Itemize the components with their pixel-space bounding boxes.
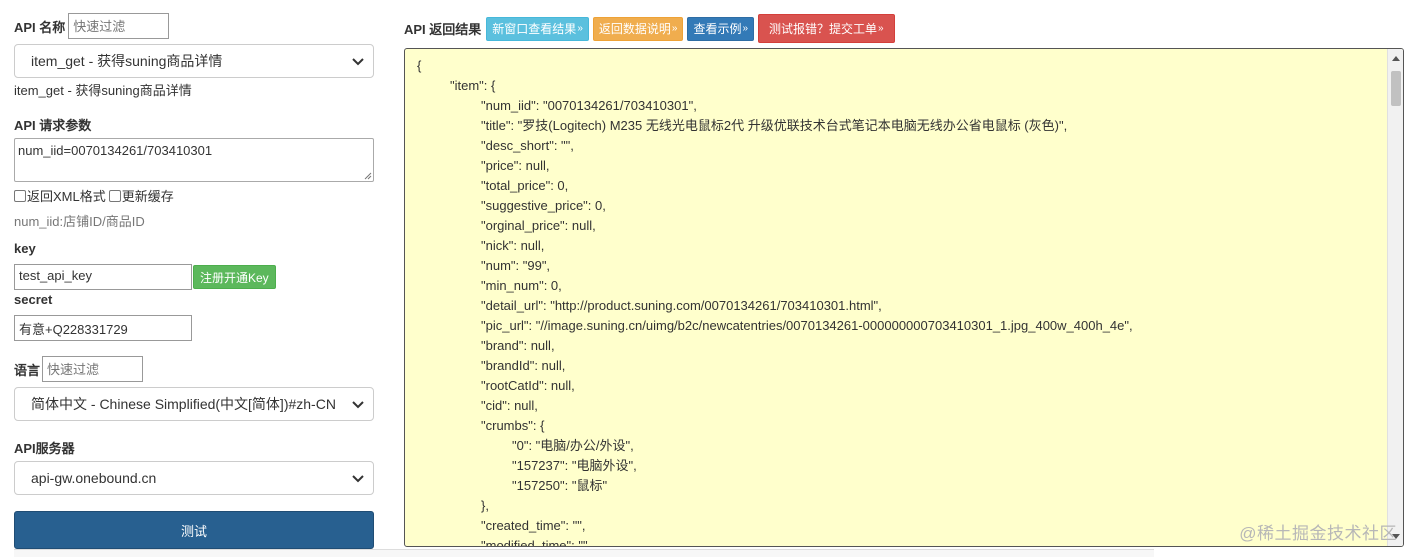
- language-filter-input[interactable]: [42, 356, 144, 382]
- result-line: "title": "罗技(Logitech) M235 无线光电鼠标2代 升级优…: [481, 118, 1068, 133]
- bottom-scroll-strip: [14, 549, 1154, 557]
- report-ticket-label: 测试报错？提交工单: [769, 22, 878, 36]
- language-selected: 简体中文 - Chinese Simplified(中文[简体])#zh-CN: [31, 396, 336, 412]
- example-label: 查看示例: [693, 22, 742, 36]
- scroll-thumb[interactable]: [1391, 71, 1401, 106]
- result-line: "num_iid": "0070134261/703410301",: [481, 98, 697, 113]
- api-test-page: API 名称 item_get - 获得suning商品详情 item_get …: [0, 0, 1413, 557]
- result-line: "crumbs": {: [481, 418, 545, 433]
- key-value: test_api_key: [19, 268, 92, 283]
- new-window-label: 新窗口查看结果: [492, 22, 577, 36]
- result-line: "min_num": 0,: [481, 278, 562, 293]
- resize-grip-icon[interactable]: [363, 171, 372, 180]
- language-select[interactable]: 简体中文 - Chinese Simplified(中文[简体])#zh-CN: [14, 387, 374, 421]
- result-line: "total_price": 0,: [481, 178, 569, 193]
- key-label: key: [14, 241, 36, 256]
- test-button[interactable]: 测试: [14, 511, 374, 549]
- result-json: { "item": { "num_iid": "0070134261/7034103…: [405, 49, 1387, 546]
- result-panel[interactable]: { "item": { "num_iid": "0070134261/7034103…: [404, 48, 1404, 547]
- language-row: 语言: [14, 356, 144, 382]
- secret-label: secret: [14, 292, 53, 307]
- key-input[interactable]: test_api_key: [14, 264, 192, 290]
- secret-input[interactable]: 有意+Q228331729: [14, 315, 192, 341]
- arrow-icon: »: [742, 23, 749, 34]
- data-doc-button[interactable]: 返回数据说明»: [592, 16, 684, 41]
- result-line: "desc_short": "",: [481, 138, 574, 153]
- request-params-label: API 请求参数: [14, 118, 92, 133]
- result-line: "nick": null,: [481, 238, 545, 253]
- chevron-down-icon: [352, 475, 364, 483]
- scroll-up-icon[interactable]: [1391, 54, 1401, 62]
- report-ticket-button[interactable]: 测试报错？提交工单»: [758, 14, 895, 43]
- result-line: "item": {: [450, 78, 496, 93]
- api-description: item_get - 获得suning商品详情: [14, 83, 192, 98]
- request-params-value: num_iid=0070134261/703410301: [18, 143, 213, 158]
- result-line: "brandId": null,: [481, 358, 566, 373]
- result-line: {: [417, 58, 422, 73]
- result-line: "rootCatId": null,: [481, 378, 575, 393]
- arrow-icon: »: [671, 23, 678, 34]
- api-name-label: API 名称: [14, 19, 66, 35]
- result-line: "157250": "鼠标": [512, 478, 608, 493]
- result-line: "detail_url": "http://product.suning.com…: [481, 298, 882, 313]
- result-line: "suggestive_price": 0,: [481, 198, 606, 213]
- arrow-icon: »: [878, 23, 884, 34]
- result-line: "brand": null,: [481, 338, 555, 353]
- result-title: API 返回结果: [404, 22, 482, 37]
- secret-value: 有意+Q228331729: [19, 322, 128, 337]
- new-window-button[interactable]: 新窗口查看结果»: [486, 16, 589, 41]
- language-label: 语言: [14, 362, 41, 378]
- api-name-filter-input[interactable]: [68, 13, 170, 39]
- api-name-row: API 名称: [14, 13, 170, 39]
- arrow-icon: »: [577, 23, 583, 34]
- update-cache-label: 更新缓存: [121, 189, 174, 204]
- result-line: "pic_url": "//image.suning.cn/uimg/b2c/n…: [481, 318, 1133, 333]
- key-row: test_api_key 注册开通Key: [14, 264, 276, 290]
- result-line: "0": "电脑/办公/外设",: [512, 438, 634, 453]
- chevron-down-icon: [352, 401, 364, 409]
- update-cache-checkbox[interactable]: [108, 189, 121, 202]
- chevron-down-icon: [352, 58, 364, 66]
- server-select[interactable]: api-gw.onebound.cn: [14, 461, 374, 495]
- api-name-selected: item_get - 获得suning商品详情: [31, 53, 223, 69]
- xml-format-label: 返回XML格式: [27, 189, 106, 204]
- options-row: 返回XML格式 更新缓存: [14, 186, 174, 205]
- data-doc-label: 返回数据说明: [598, 22, 671, 36]
- request-params-textarea[interactable]: num_iid=0070134261/703410301: [14, 138, 374, 182]
- example-button[interactable]: 查看示例»: [687, 16, 755, 41]
- server-selected: api-gw.onebound.cn: [31, 470, 157, 486]
- secret-row: 有意+Q228331729: [14, 315, 192, 341]
- result-line: "157237": "电脑外设",: [512, 458, 637, 473]
- server-label: API服务器: [14, 441, 75, 456]
- params-hint: num_iid:店铺ID/商品ID: [14, 214, 145, 229]
- result-header: API 返回结果 新窗口查看结果» 返回数据说明» 查看示例» 测试报错？提交工…: [404, 14, 899, 43]
- result-line: },: [481, 498, 489, 513]
- register-key-button[interactable]: 注册开通Key: [193, 265, 276, 289]
- result-line: "num": "99",: [481, 258, 551, 273]
- watermark: @稀土掘金技术社区: [1239, 524, 1397, 543]
- api-name-select[interactable]: item_get - 获得suning商品详情: [14, 44, 374, 78]
- xml-format-checkbox[interactable]: [14, 189, 26, 202]
- result-line: "cid": null,: [481, 398, 538, 413]
- result-scrollbar[interactable]: [1387, 49, 1403, 546]
- result-line: "orginal_price": null,: [481, 218, 596, 233]
- result-line: "price": null,: [481, 158, 550, 173]
